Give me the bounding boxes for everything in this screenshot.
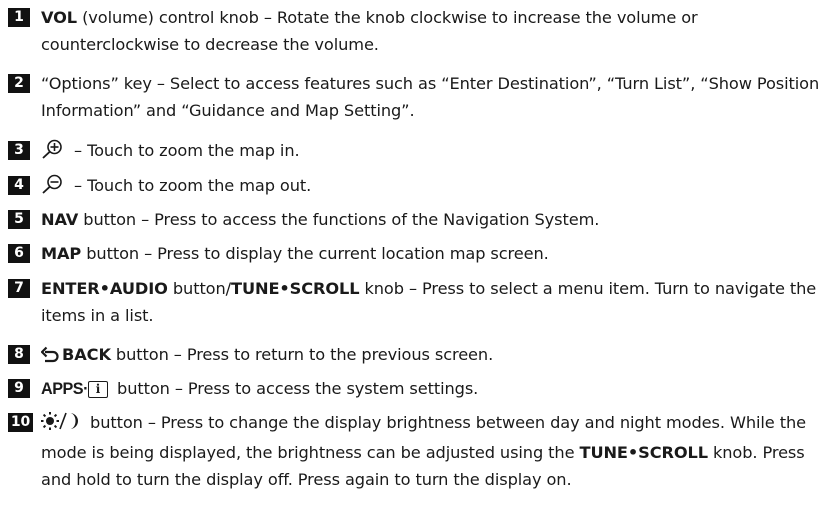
item-body: VOL (volume) control knob – Rotate the k… xyxy=(41,4,824,58)
item-number: 10 xyxy=(8,413,33,432)
item-text: button – Press to access the functions o… xyxy=(78,210,600,229)
instruction-list: 1 VOL (volume) control knob – Rotate the… xyxy=(0,0,830,521)
item-body: – Touch to zoom the map out. xyxy=(41,172,824,202)
item-body: APPS· i button – Press to access the syst… xyxy=(41,375,824,403)
zoom-out-icon xyxy=(41,174,63,202)
item-number: 9 xyxy=(8,379,30,398)
key-label: ENTER•AUDIO xyxy=(41,279,168,298)
item-text: button/ xyxy=(167,279,232,298)
key-label: NAV xyxy=(41,210,79,229)
list-item: 5 NAV button – Press to access the funct… xyxy=(8,206,824,233)
key-label: TUNE•SCROLL xyxy=(579,443,709,462)
info-box-icon: i xyxy=(87,381,108,398)
item-text: – Touch to zoom the map in. xyxy=(69,141,300,160)
item-number: 2 xyxy=(8,74,30,93)
key-label: APPS· xyxy=(41,380,88,398)
item-body: MAP button – Press to display the curren… xyxy=(41,240,824,267)
item-body: NAV button – Press to access the functio… xyxy=(41,206,824,233)
list-item: 9 APPS· i button – Press to access the sy… xyxy=(8,375,824,403)
item-text: button – Press to display the current lo… xyxy=(81,244,549,263)
list-item: 7 ENTER•AUDIO button/TUNE•SCROLL knob – … xyxy=(8,275,824,329)
item-number: 4 xyxy=(8,176,30,195)
item-number: 6 xyxy=(8,244,30,263)
key-label: VOL xyxy=(41,8,78,27)
item-body: – Touch to zoom the map in. xyxy=(41,137,824,167)
list-item: 3 – Touch to zoom the map in. xyxy=(8,137,824,167)
item-body: BACK button – Press to return to the pre… xyxy=(40,341,824,371)
zoom-in-icon xyxy=(41,139,63,167)
list-item: 10 button – Press to change the display … xyxy=(8,409,824,493)
item-body: “Options” key – Select to access feature… xyxy=(41,70,824,124)
item-text: button – Press to return to the previous… xyxy=(110,345,494,364)
list-item: 2 “Options” key – Select to access featu… xyxy=(8,70,824,124)
item-text: button – Press to access the system sett… xyxy=(111,379,479,398)
key-label: MAP xyxy=(41,244,82,263)
list-item: 8 BACK button – Press to return to the p… xyxy=(8,341,824,371)
item-body: ENTER•AUDIO button/TUNE•SCROLL knob – Pr… xyxy=(41,275,824,329)
item-number: 1 xyxy=(8,8,30,27)
key-label: TUNE•SCROLL xyxy=(231,279,360,298)
item-number: 7 xyxy=(8,279,30,298)
day-night-icon xyxy=(41,411,81,439)
key-label: BACK xyxy=(62,345,111,364)
item-number: 3 xyxy=(8,141,30,160)
item-body: button – Press to change the display bri… xyxy=(41,409,824,493)
item-text: – Touch to zoom the map out. xyxy=(69,176,312,195)
item-number: 5 xyxy=(8,210,30,229)
list-item: 4 – Touch to zoom the map out. xyxy=(8,172,824,202)
list-item: 6 MAP button – Press to display the curr… xyxy=(8,240,824,267)
item-number: 8 xyxy=(8,345,30,364)
item-text: “Options” key – Select to access feature… xyxy=(41,74,820,120)
list-item: 1 VOL (volume) control knob – Rotate the… xyxy=(8,4,824,58)
back-arrow-icon xyxy=(40,344,59,371)
item-text: (volume) control knob – Rotate the knob … xyxy=(41,8,698,54)
